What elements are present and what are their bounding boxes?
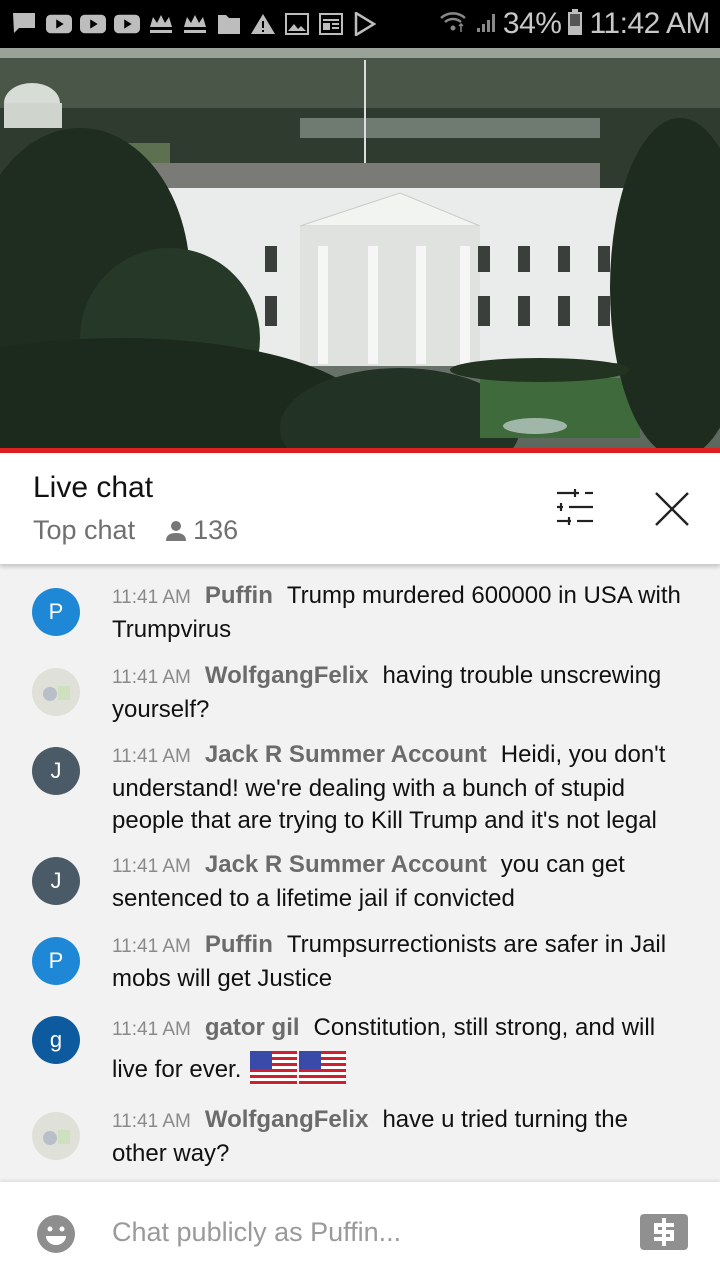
dollar-icon <box>654 1218 674 1246</box>
close-chat-button[interactable] <box>650 487 694 531</box>
avatar-image <box>32 668 80 716</box>
clock: 11:42 AM <box>589 7 710 40</box>
message-text: Trump murdered 600000 in USA with Trumpv… <box>112 582 681 643</box>
timestamp: 11:41 AM <box>112 1019 191 1040</box>
viewer-count: 136 <box>165 515 238 546</box>
timestamp: 11:41 AM <box>112 1111 191 1132</box>
timestamp: 11:41 AM <box>112 936 191 957</box>
battery-icon <box>567 8 583 41</box>
avatar[interactable]: P <box>32 588 80 636</box>
live-chat-header: Live chat Top chat 136 <box>0 453 720 564</box>
us-flag-emoji <box>250 1051 298 1085</box>
news-icon <box>318 12 344 36</box>
status-bar: 34% 11:42 AM <box>0 0 720 48</box>
person-icon <box>166 520 187 541</box>
battery-percent: 34% <box>502 7 562 40</box>
timestamp: 11:41 AM <box>112 587 191 608</box>
avatar[interactable]: J <box>32 857 80 905</box>
chat-mode-label: Top chat <box>33 515 136 545</box>
video-frame-white-house <box>0 48 720 450</box>
chat-mode-selector[interactable]: Top chat 136 <box>33 515 238 546</box>
message-text: Constitution, still strong, and will liv… <box>112 1014 656 1083</box>
author-name[interactable]: WolfgangFelix <box>205 662 369 689</box>
chat-message-input[interactable] <box>112 1210 612 1254</box>
message-text: Trumpsurrectionists are safer in Jail mo… <box>112 931 667 992</box>
close-icon <box>655 492 689 526</box>
crown-icon <box>182 12 208 36</box>
timestamp: 11:41 AM <box>112 856 191 877</box>
signal-icon <box>475 10 497 39</box>
avatar-letter: P <box>48 599 64 624</box>
author-name[interactable]: gator gil <box>205 1014 300 1041</box>
play-store-icon <box>352 12 378 36</box>
warning-icon <box>250 12 276 36</box>
crown-icon <box>148 12 174 36</box>
avatar-letter: P <box>48 948 64 973</box>
author-name[interactable]: Puffin <box>205 582 273 609</box>
avatar[interactable]: J <box>32 747 80 795</box>
timestamp: 11:41 AM <box>112 667 191 688</box>
chat-message-list[interactable]: P 11:41 AM Puffin Trump murdered 600000 in… <box>0 564 720 1182</box>
avatar-letter: g <box>49 1027 63 1052</box>
folder-icon <box>216 12 242 36</box>
us-flag-emoji <box>299 1051 347 1085</box>
chat-title: Live chat <box>33 471 154 504</box>
author-name[interactable]: Jack R Summer Account <box>205 741 487 768</box>
wifi-icon <box>439 10 469 39</box>
avatar-letter: J <box>50 868 62 893</box>
chat-filter-button[interactable] <box>553 487 597 527</box>
video-player[interactable] <box>0 48 720 450</box>
avatar[interactable]: g <box>32 1016 80 1064</box>
message-text: having trouble unscrewing yourself? <box>112 662 662 723</box>
notification-icons <box>12 12 439 36</box>
avatar[interactable] <box>32 668 80 716</box>
avatar[interactable]: P <box>32 937 80 985</box>
avatar[interactable] <box>32 1112 80 1160</box>
chat-bubble-icon <box>12 12 38 36</box>
super-chat-button[interactable] <box>640 1214 688 1250</box>
youtube-icon <box>114 12 140 36</box>
youtube-icon <box>80 12 106 36</box>
youtube-icon <box>46 12 72 36</box>
avatar-letter: J <box>50 758 62 783</box>
tune-icon <box>557 489 593 525</box>
image-icon <box>284 12 310 36</box>
smiley-icon <box>37 1215 75 1253</box>
emoji-button[interactable] <box>36 1214 76 1254</box>
viewer-count-value: 136 <box>193 515 239 545</box>
author-name[interactable]: Jack R Summer Account <box>205 851 487 878</box>
timestamp: 11:41 AM <box>112 746 191 767</box>
avatar-image <box>32 1112 80 1160</box>
author-name[interactable]: WolfgangFelix <box>205 1106 369 1133</box>
chat-input-bar <box>0 1182 720 1280</box>
author-name[interactable]: Puffin <box>205 931 273 958</box>
